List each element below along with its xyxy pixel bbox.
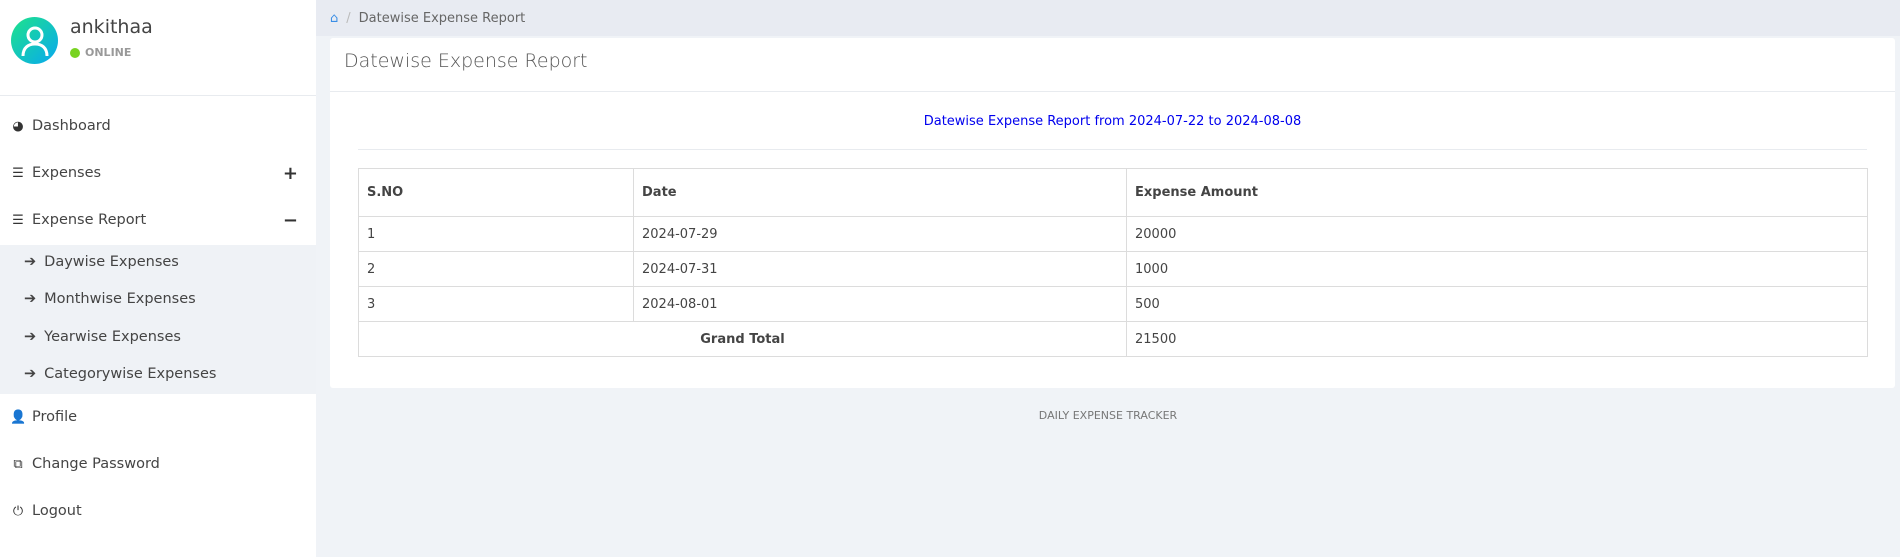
bars-icon: ☰ [12,212,24,228]
power-icon: ⏻ [12,503,24,519]
sidebar-item-logout[interactable]: ⏻ Logout [0,493,316,529]
avatar [11,17,58,64]
submenu-monthwise[interactable]: ➔ Monthwise Expenses [0,281,316,317]
cell-date: 2024-08-01 [633,286,1127,322]
cell-sno: 2 [358,251,634,287]
home-icon[interactable]: ⌂ [330,11,338,26]
divider [358,149,1867,150]
submenu-categorywise[interactable]: ➔ Categorywise Expenses [0,356,316,392]
user-name: ankithaa [70,16,153,38]
sidebar-item-profile[interactable]: 👤 Profile [0,399,316,435]
cell-date: 2024-07-29 [633,216,1127,252]
breadcrumb-separator: / [346,10,351,26]
user-avatar-icon [21,26,48,56]
header-amount: Expense Amount [1126,168,1868,217]
submenu-label: Categorywise Expenses [44,366,217,382]
divider [0,95,316,96]
table-row: 2 2024-07-31 1000 [358,251,1868,287]
breadcrumb-current: Datewise Expense Report [358,10,526,26]
sidebar-item-label: Logout [32,503,82,519]
arrow-right-icon: ➔ [24,254,37,270]
user-icon: 👤 [10,409,27,425]
submenu-label: Yearwise Expenses [44,329,181,345]
table-row: 1 2024-07-29 20000 [358,216,1868,252]
table-header: S.NO Date Expense Amount [358,168,1868,217]
arrow-right-icon: ➔ [24,291,37,307]
breadcrumb: ⌂ / Datewise Expense Report [316,0,1900,36]
sidebar-item-label: Expense Report [32,212,147,228]
copy-icon: ⧉ [13,456,23,472]
sidebar-item-label: Expenses [32,165,102,181]
cell-sno: 1 [358,216,634,252]
report-card: Datewise Expense Report Datewise Expense… [330,38,1895,388]
dashboard-icon: ◕ [12,118,24,134]
status-badge: ONLINE [70,46,131,59]
sidebar-item-label: Change Password [32,456,160,472]
arrow-right-icon: ➔ [24,366,37,382]
sidebar-item-expense-report[interactable]: ☰ Expense Report − [0,202,316,238]
sidebar-item-label: Dashboard [32,118,111,134]
sidebar-item-dashboard[interactable]: ◕ Dashboard [0,108,316,144]
submenu-daywise[interactable]: ➔ Daywise Expenses [0,244,316,280]
arrow-right-icon: ➔ [24,329,37,345]
minus-icon[interactable]: − [283,210,298,231]
plus-icon[interactable]: + [283,163,298,184]
header-date: Date [633,168,1127,217]
sidebar: ankithaa ONLINE ◕ Dashboard ☰ Expenses + ☰ E… [0,0,316,557]
page-title: Datewise Expense Report [330,38,1895,92]
cell-amount: 500 [1126,286,1868,322]
header-sno: S.NO [358,168,634,217]
cell-amount: 1000 [1126,251,1868,287]
status-text: ONLINE [85,46,132,59]
report-subtitle: Datewise Expense Report from 2024-07-22 … [923,114,1302,129]
online-dot-icon [70,47,80,58]
grand-total-label: Grand Total [358,321,1127,357]
cell-amount: 20000 [1126,216,1868,252]
cell-sno: 3 [358,286,634,322]
submenu-label: Monthwise Expenses [44,291,196,307]
grand-total-value: 21500 [1126,321,1868,357]
footer: DAILY EXPENSE TRACKER [1038,409,1178,422]
table-row: 3 2024-08-01 500 [358,286,1868,322]
expense-table: S.NO Date Expense Amount 1 2024-07-29 2000… [358,168,1868,357]
submenu-yearwise[interactable]: ➔ Yearwise Expenses [0,319,316,355]
bars-icon: ☰ [12,165,24,181]
total-row: Grand Total 21500 [358,321,1868,357]
sidebar-item-label: Profile [32,409,78,425]
submenu-label: Daywise Expenses [44,254,179,270]
cell-date: 2024-07-31 [633,251,1127,287]
sidebar-item-change-password[interactable]: ⧉ Change Password [0,446,316,482]
sidebar-item-expenses[interactable]: ☰ Expenses + [0,155,316,191]
